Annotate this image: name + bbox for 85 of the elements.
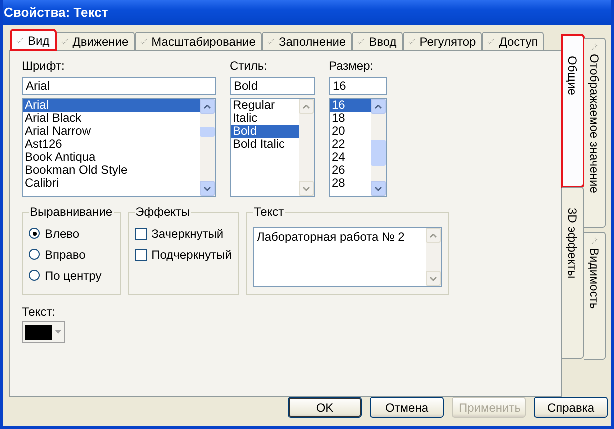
group-title: Текст <box>252 205 286 219</box>
list-item[interactable]: Arial Narrow <box>23 125 200 138</box>
scroll-up-button[interactable] <box>299 99 314 114</box>
group-title: Выравнивание <box>29 205 114 219</box>
list-item[interactable]: 26 <box>330 164 371 177</box>
radio-label: Влево <box>45 226 80 240</box>
list-item[interactable]: 16 <box>330 99 371 112</box>
side-tab[interactable]: Видимость <box>584 232 606 360</box>
side-tab[interactable]: Отображаемое значение <box>584 38 606 228</box>
checkmark-icon <box>487 38 496 45</box>
list-item[interactable]: Regular <box>231 99 299 112</box>
list-item[interactable]: Italic <box>231 112 299 125</box>
checkmark-icon <box>408 38 416 45</box>
group-title: Эффекты <box>134 205 192 219</box>
list-item[interactable]: Bold Italic <box>231 138 299 151</box>
chevron-down-icon <box>430 276 437 280</box>
field-label: Шрифт: <box>22 59 66 75</box>
list-item[interactable]: 18 <box>330 112 371 125</box>
list-item[interactable]: Arial Black <box>23 112 200 125</box>
input-field[interactable]: Bold <box>230 77 315 95</box>
scroll-up-button[interactable] <box>200 99 215 114</box>
text-area[interactable]: Лабораторная работа № 2 <box>252 227 442 287</box>
checkbox[interactable] <box>134 228 147 240</box>
chevron-down-icon <box>303 186 310 190</box>
scroll-thumb[interactable] <box>200 126 215 136</box>
scroll-thumb[interactable] <box>371 140 386 166</box>
tab[interactable]: Движение <box>56 32 135 50</box>
list-item[interactable]: Bold <box>231 125 299 138</box>
tab[interactable]: Регулятор <box>402 32 482 50</box>
dropdown-arrow-icon <box>55 330 62 334</box>
list-item[interactable]: Ast126 <box>23 138 200 151</box>
input-field[interactable]: Arial <box>22 77 216 95</box>
radio-button[interactable] <box>29 249 40 260</box>
input-field[interactable]: 16 <box>329 77 387 95</box>
field-label: Текст: <box>22 305 57 321</box>
chevron-up-icon <box>375 104 382 108</box>
radio-label: Вправо <box>45 248 86 262</box>
scroll-up-button[interactable] <box>426 228 441 243</box>
dialog-button[interactable]: Справка <box>534 397 608 418</box>
list-item[interactable]: 22 <box>330 138 371 151</box>
scroll-down-button[interactable] <box>299 181 314 196</box>
scrollbar[interactable] <box>200 99 215 196</box>
checkbox-label: Подчеркнутый <box>152 248 232 262</box>
list-item[interactable]: 28 <box>330 177 371 190</box>
list-item[interactable]: Calibri <box>23 177 200 190</box>
field-label: Стиль: <box>230 59 268 75</box>
chevron-up-icon <box>303 104 310 108</box>
scroll-up-button[interactable] <box>371 99 386 114</box>
scrollbar[interactable] <box>371 99 386 196</box>
scroll-down-button[interactable] <box>371 181 386 196</box>
dialog-button[interactable]: Отмена <box>370 397 444 418</box>
scrollbar[interactable] <box>299 99 314 196</box>
chevron-up-icon <box>430 234 437 238</box>
checkbox[interactable] <box>134 248 147 260</box>
tab[interactable]: Вид <box>11 30 56 50</box>
tab[interactable]: Доступ <box>482 32 544 50</box>
radio-label: По центру <box>45 268 102 282</box>
color-picker[interactable] <box>22 321 65 343</box>
tab[interactable]: Ввод <box>352 32 403 50</box>
scroll-down-button[interactable] <box>200 181 215 196</box>
tab[interactable]: Масштабирование <box>134 32 262 50</box>
window-title: Свойства: Текст <box>4 5 108 20</box>
checkmark-icon <box>16 37 24 44</box>
checkbox-label: Зачеркнутый <box>152 226 224 240</box>
chevron-up-icon <box>204 104 211 108</box>
checkmark-icon <box>357 38 366 45</box>
list-item[interactable]: Bookman Old Style <box>23 164 200 177</box>
field-label: Размер: <box>329 59 375 75</box>
scrollbar[interactable] <box>426 228 441 286</box>
list-item[interactable]: Arial <box>23 99 200 112</box>
scroll-down-button[interactable] <box>426 271 441 286</box>
side-tab[interactable]: Общие <box>562 35 584 187</box>
chevron-down-icon <box>204 186 211 190</box>
checkmark-icon <box>60 38 69 45</box>
tab[interactable]: Заполнение <box>262 32 352 50</box>
side-tab[interactable]: 3D эффекты <box>562 187 584 359</box>
chevron-down-icon <box>375 186 382 190</box>
radio-button[interactable] <box>29 270 40 281</box>
list-item[interactable]: 20 <box>330 125 371 138</box>
checkmark-icon <box>140 38 148 45</box>
radio-button[interactable] <box>29 228 40 239</box>
dialog-button[interactable]: OK <box>288 397 362 418</box>
list-item[interactable]: Book Antiqua <box>23 151 200 164</box>
list-item[interactable]: 24 <box>330 151 371 164</box>
checkmark-icon <box>266 38 275 45</box>
